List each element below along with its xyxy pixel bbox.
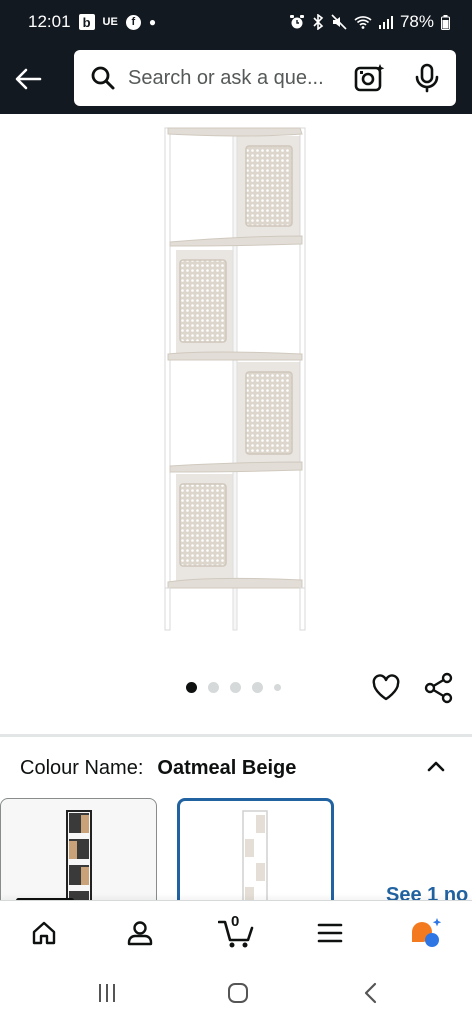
amazon-product-page: 12:01 b UE f ● 78% Search or ask a que..… [0, 0, 472, 1024]
section-divider [0, 734, 472, 737]
android-back-button[interactable] [356, 978, 386, 1008]
search-input[interactable]: Search or ask a que... [128, 67, 324, 90]
android-navigation-bar [0, 962, 472, 1024]
colour-swatch-black[interactable] [0, 798, 157, 908]
swatch-image [66, 810, 92, 907]
android-home-button[interactable] [223, 978, 253, 1008]
carousel-dot[interactable] [208, 682, 219, 693]
product-image[interactable] [150, 118, 320, 638]
cart-count: 0 [231, 913, 240, 930]
rufus-icon [412, 918, 442, 947]
microphone-icon[interactable] [414, 63, 440, 98]
b-app-icon: b [78, 14, 95, 30]
alarm-icon [289, 15, 304, 29]
swatch-image [242, 810, 268, 905]
nav-rufus[interactable] [406, 913, 446, 953]
colour-swatch-oatmeal-beige[interactable] [177, 798, 334, 908]
bluetooth-icon [313, 14, 324, 30]
home-icon [32, 921, 56, 945]
colour-selector-header[interactable]: Colour Name: Oatmeal Beige [20, 754, 452, 782]
colour-value: Oatmeal Beige [157, 756, 297, 779]
carousel-dot[interactable] [230, 682, 241, 693]
account-icon [127, 921, 153, 946]
status-time: 12:01 [28, 12, 71, 31]
mute-icon [331, 14, 347, 30]
status-right: 78% [289, 12, 450, 32]
menu-icon [317, 923, 343, 943]
nav-menu[interactable] [310, 913, 350, 953]
nav-account[interactable] [120, 913, 160, 953]
android-back-icon [364, 982, 377, 1004]
ue-app-icon: UE [102, 16, 118, 28]
search-box[interactable]: Search or ask a que... [74, 50, 456, 106]
bottom-navigation: 0 [0, 900, 472, 962]
search-icon [90, 65, 116, 91]
android-home-icon [228, 983, 248, 1003]
back-button[interactable] [0, 44, 56, 114]
wifi-icon [354, 16, 372, 29]
status-bar: 12:01 b UE f ● 78% [0, 0, 472, 44]
nav-home[interactable] [24, 913, 64, 953]
carousel-dot[interactable] [186, 682, 197, 693]
notification-dot-icon: ● [148, 15, 157, 29]
share-button[interactable] [423, 672, 455, 704]
status-left: 12:01 b UE f ● [28, 12, 156, 32]
heart-icon [372, 674, 400, 701]
recents-icon [99, 984, 115, 1002]
search-header: Search or ask a que... [0, 44, 472, 114]
colour-label: Colour Name: [20, 756, 144, 779]
carousel-dot[interactable] [274, 684, 281, 691]
signal-icon [378, 16, 393, 29]
share-icon [424, 672, 453, 704]
battery-icon [441, 14, 450, 30]
recents-button[interactable] [92, 978, 122, 1008]
back-arrow-icon [15, 68, 42, 90]
camera-lens-icon[interactable] [354, 63, 386, 98]
wishlist-button[interactable] [370, 672, 402, 704]
image-carousel-dots[interactable] [186, 682, 281, 693]
chevron-up-icon[interactable] [426, 756, 446, 779]
carousel-dot[interactable] [252, 682, 263, 693]
facebook-icon: f [125, 14, 141, 30]
battery-percent: 78% [399, 12, 434, 31]
nav-cart[interactable]: 0 [216, 913, 256, 953]
